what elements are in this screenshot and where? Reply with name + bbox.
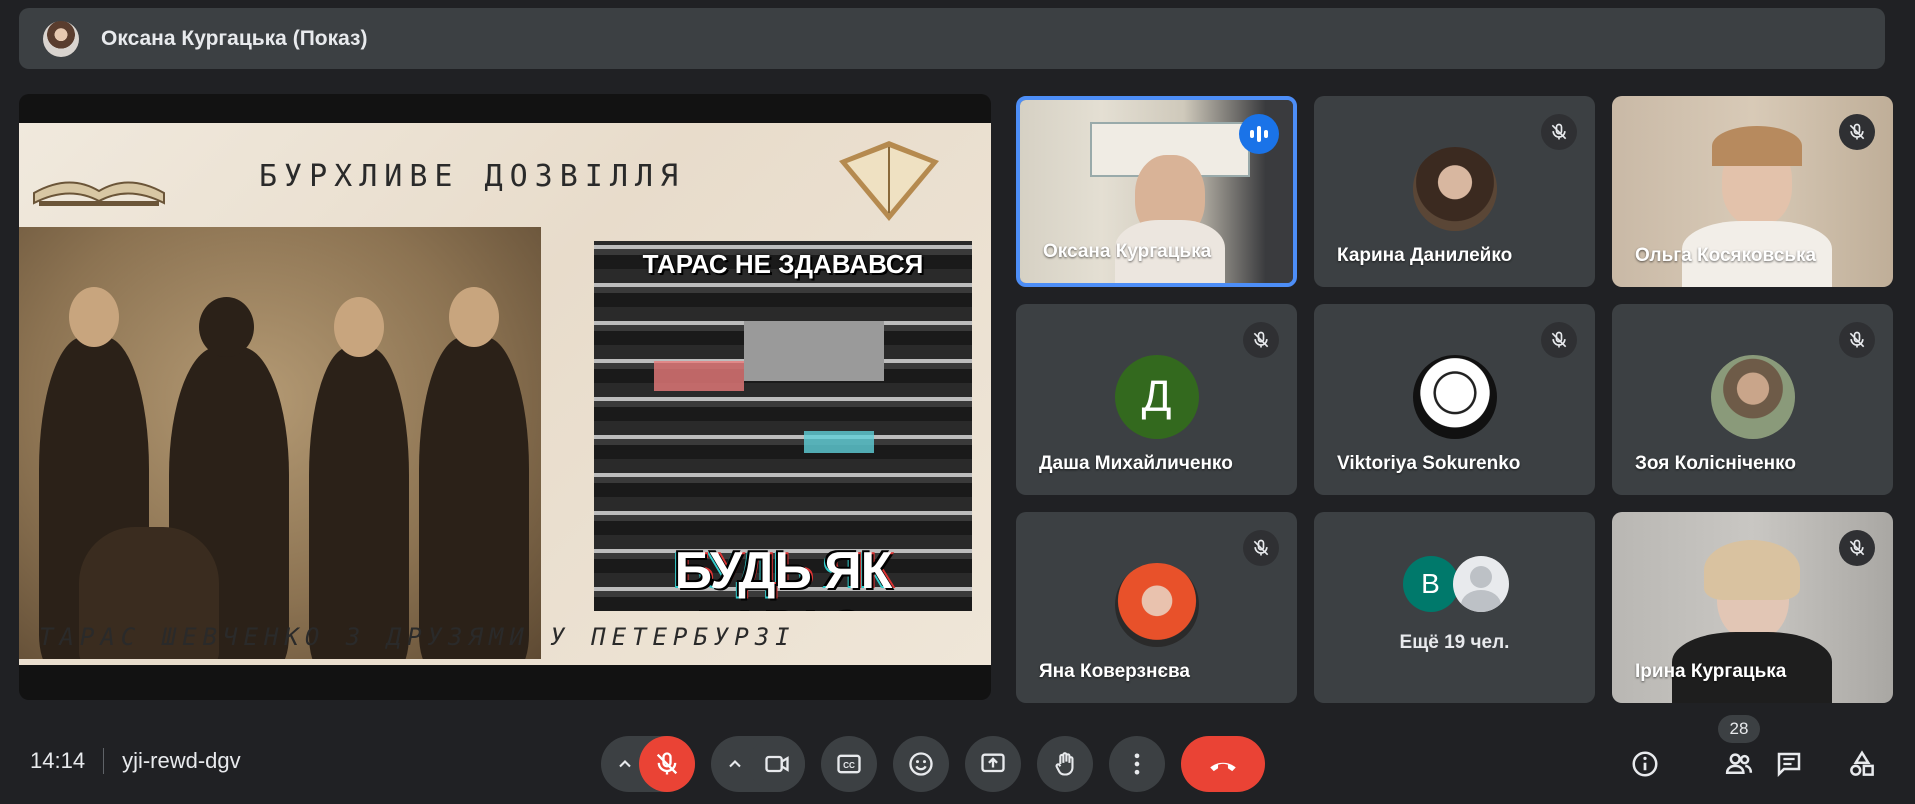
meeting-info: 14:14 yji-rewd-dgv xyxy=(30,748,241,774)
people-icon xyxy=(1725,753,1753,774)
chevron-up-icon[interactable] xyxy=(611,754,639,774)
participant-tile[interactable]: Viktoriya Sokurenko xyxy=(1314,304,1595,495)
hang-up-icon xyxy=(1210,762,1236,772)
slide: БУРХЛИВЕ ДОЗВІЛЛЯ ТАРАС НЕ ЗДАВАВСЯ БУДЬ… xyxy=(19,123,991,665)
more-vert-icon xyxy=(1134,753,1140,775)
presenter-avatar xyxy=(43,20,79,57)
avatar xyxy=(1114,563,1199,647)
participant-tile[interactable]: Карина Данилейко xyxy=(1314,96,1595,287)
avatar: B xyxy=(1402,556,1459,612)
mic-off-icon xyxy=(656,752,678,775)
avatar xyxy=(1412,147,1497,231)
mic-off-icon xyxy=(1839,114,1875,150)
divider xyxy=(103,748,105,774)
meme-image: ТАРАС НЕ ЗДАВАВСЯ БУДЬ ЯК ТАРАС xyxy=(594,241,972,611)
speaking-indicator-icon xyxy=(1239,114,1279,154)
shared-screen[interactable]: БУРХЛИВЕ ДОЗВІЛЛЯ ТАРАС НЕ ЗДАВАВСЯ БУДЬ… xyxy=(19,94,991,700)
audio-control-group xyxy=(601,736,695,792)
avatar xyxy=(1710,355,1795,439)
mic-off-icon xyxy=(1243,530,1279,566)
participant-name: Зоя Колісніченко xyxy=(1635,453,1796,474)
shapes-icon xyxy=(1850,750,1874,776)
emoji-icon xyxy=(909,752,933,776)
mic-off-icon xyxy=(1541,322,1577,358)
participant-tile[interactable]: Д Даша Михайличенко xyxy=(1016,304,1297,495)
avatar xyxy=(1412,355,1497,439)
meeting-details-button[interactable] xyxy=(1617,736,1673,792)
slide-caption: ТАРАС ШЕВЧЕНКО З ДРУЗЯМИ У ПЕТЕРБУРЗІ xyxy=(39,623,796,651)
person-icon xyxy=(1452,556,1509,612)
chat-icon xyxy=(1777,752,1801,778)
meme-bottom-text: БУДЬ ЯК ТАРАС xyxy=(674,542,893,611)
participant-name: Оксана Кургацька xyxy=(1043,241,1212,262)
reactions-button[interactable] xyxy=(893,736,949,792)
mic-off-icon xyxy=(1243,322,1279,358)
participant-name: Яна Коверзнєва xyxy=(1039,661,1190,682)
old-book-image xyxy=(839,141,939,221)
open-book-image xyxy=(33,181,165,206)
camera-icon xyxy=(765,755,789,773)
more-participants-label: Ещё 19 чел. xyxy=(1399,632,1510,653)
participant-name: Ірина Кургацька xyxy=(1635,661,1787,682)
leave-call-button[interactable] xyxy=(1181,736,1265,792)
more-options-button[interactable] xyxy=(1109,736,1165,792)
mic-off-icon xyxy=(1839,530,1875,566)
participant-tile[interactable]: Зоя Колісніченко xyxy=(1612,304,1893,495)
slide-title: БУРХЛИВЕ ДОЗВІЛЛЯ xyxy=(259,159,686,194)
presenter-bar: Оксана Кургацька (Показ) xyxy=(19,8,1885,69)
microphone-button[interactable] xyxy=(639,736,695,792)
participant-name: Ольга Косяковська xyxy=(1635,245,1817,266)
hand-icon xyxy=(1055,752,1074,776)
participant-name: Viktoriya Sokurenko xyxy=(1337,453,1521,474)
participant-tile[interactable]: Ольга Косяковська xyxy=(1612,96,1893,287)
svg-text:CC: CC xyxy=(843,761,855,770)
chevron-up-icon[interactable] xyxy=(721,754,749,774)
video-control-group xyxy=(711,736,805,792)
present-screen-button[interactable] xyxy=(965,736,1021,792)
camera-button[interactable] xyxy=(749,736,805,792)
more-participants-tile[interactable]: B Ещё 19 чел. xyxy=(1314,512,1595,703)
call-controls: CC xyxy=(601,736,1265,792)
chat-button[interactable] xyxy=(1761,736,1817,792)
participant-tile[interactable]: Яна Коверзнєва xyxy=(1016,512,1297,703)
meme-top-text: ТАРАС НЕ ЗДАВАВСЯ xyxy=(642,249,924,279)
meeting-code[interactable]: yji-rewd-dgv xyxy=(122,748,241,774)
avatar: Д xyxy=(1114,355,1199,439)
activities-button[interactable] xyxy=(1834,736,1890,792)
participant-name: Даша Михайличенко xyxy=(1039,453,1233,474)
clock: 14:14 xyxy=(30,748,86,773)
presenter-title: Оксана Кургацька (Показ) xyxy=(101,26,368,50)
group-photo xyxy=(19,227,541,659)
raise-hand-button[interactable] xyxy=(1037,736,1093,792)
mic-off-icon xyxy=(1541,114,1577,150)
captions-button[interactable]: CC xyxy=(821,736,877,792)
present-screen-icon xyxy=(981,753,1005,773)
participant-name: Карина Данилейко xyxy=(1337,245,1513,266)
participant-tile[interactable]: Ірина Кургацька xyxy=(1612,512,1893,703)
info-icon xyxy=(1632,751,1658,777)
participant-tile[interactable]: Оксана Кургацька xyxy=(1016,96,1297,287)
closed-captions-icon: CC xyxy=(837,754,861,774)
mic-off-icon xyxy=(1839,322,1875,358)
people-button[interactable] xyxy=(1711,736,1767,792)
